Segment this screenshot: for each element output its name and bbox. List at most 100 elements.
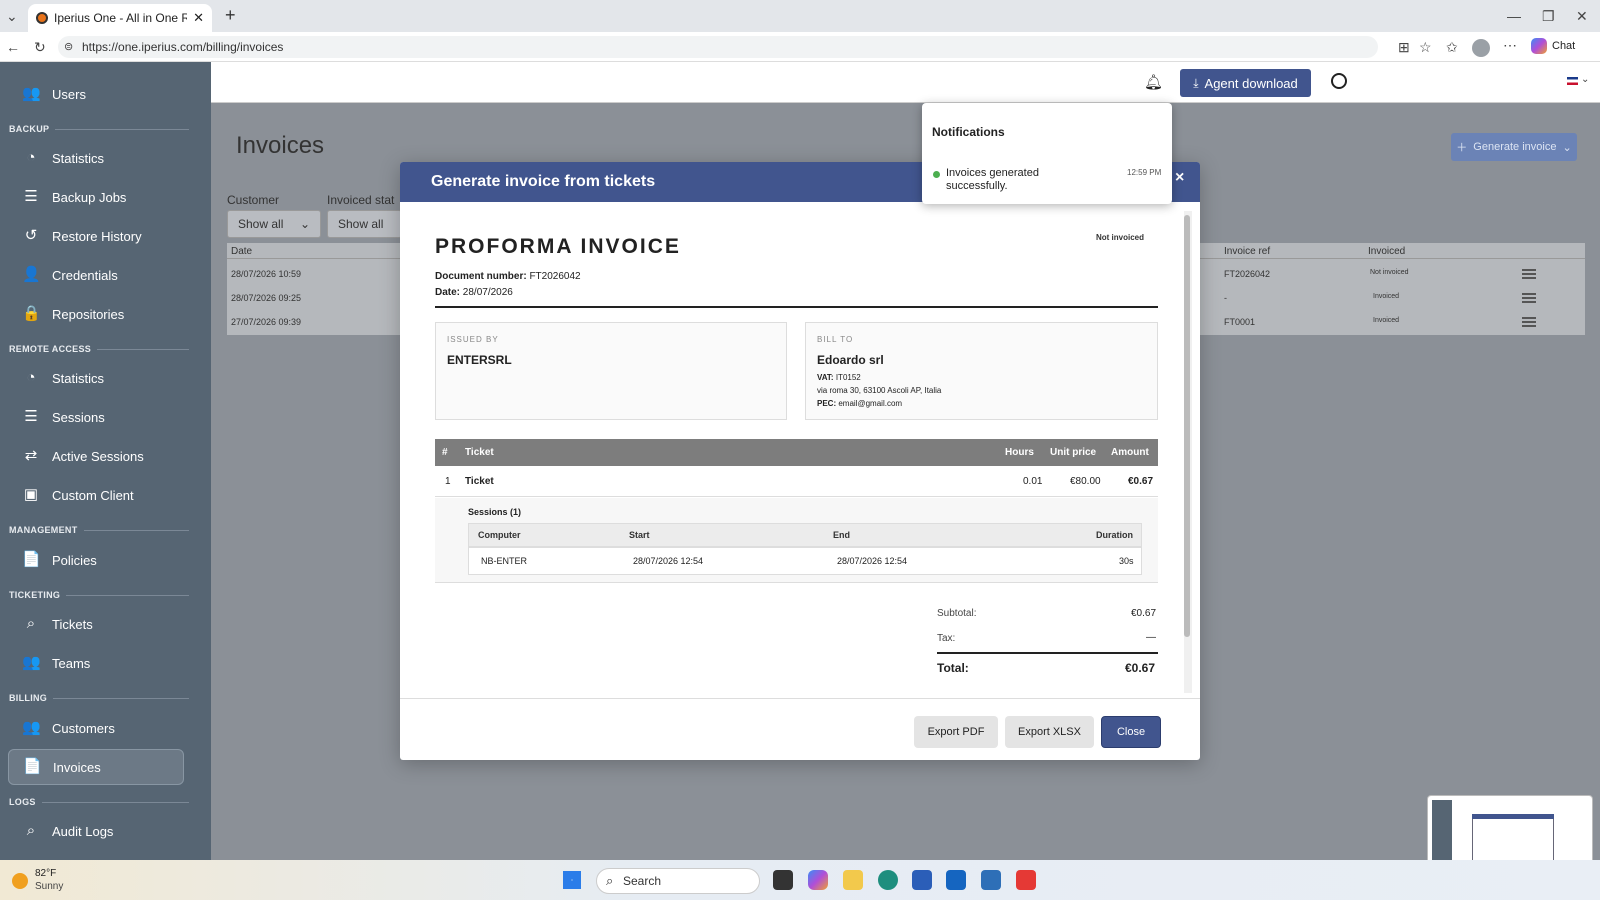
export-pdf-button[interactable]: Export PDF xyxy=(914,716,998,748)
sidebar-item-backup-jobs[interactable]: ☰ Backup Jobs xyxy=(8,179,184,215)
section-ticketing: TICKETING xyxy=(9,590,189,600)
col-invoiced: Invoiced xyxy=(1368,246,1406,257)
issued-by-box: ISSUED BY ENTERSRL xyxy=(435,322,787,420)
row-2-status-badge: Invoiced xyxy=(1373,293,1400,300)
row-2-ref: - xyxy=(1224,293,1227,303)
bill-to-box: BILL TO Edoardo srl VAT: IT0152 via roma… xyxy=(805,322,1158,420)
row-1-menu-icon[interactable] xyxy=(1522,269,1536,279)
invoice-heading: PROFORMA INVOICE xyxy=(435,235,681,258)
chat-label[interactable]: Chat xyxy=(1552,40,1575,52)
store-icon[interactable] xyxy=(912,870,932,890)
section-backup: BACKUP xyxy=(9,124,189,134)
top-bar xyxy=(211,62,1600,103)
notifications-panel: Notifications Invoices generated success… xyxy=(922,103,1172,204)
subtotal-label: Subtotal: xyxy=(937,608,977,619)
modal-footer: Export PDF Export XLSX Close xyxy=(400,698,1200,760)
profile-avatar[interactable] xyxy=(1472,39,1490,57)
history-icon: ↺ xyxy=(24,227,38,244)
tab-close-icon[interactable]: ✕ xyxy=(193,10,204,26)
refresh-icon[interactable]: ↻ xyxy=(34,40,46,54)
generate-invoice-modal: Generate invoice from tickets × PROFORMA… xyxy=(400,162,1200,760)
customer-filter-select[interactable]: Show all ⌄ xyxy=(227,210,321,238)
favorites-icon[interactable]: ✩ xyxy=(1446,40,1458,54)
subtotal-value: €0.67 xyxy=(1131,608,1157,619)
favorite-star-icon[interactable]: ☆ xyxy=(1419,40,1432,54)
session-row: NB-ENTER 28/07/2026 12:54 28/07/2026 12:… xyxy=(468,547,1142,575)
site-info-icon[interactable]: ⊜ xyxy=(64,40,73,54)
url-field[interactable]: https://one.iperius.com/billing/invoices xyxy=(58,36,1378,58)
window-close-icon[interactable]: ✕ xyxy=(1576,9,1588,23)
back-icon[interactable]: ← xyxy=(6,40,20,54)
windows-start-icon[interactable] xyxy=(563,871,581,889)
minimize-icon[interactable]: — xyxy=(1507,9,1521,23)
sidebar-item-restore-history[interactable]: ↺ Restore History xyxy=(8,218,184,254)
copilot-taskbar-icon[interactable] xyxy=(808,870,828,890)
new-tab-button[interactable]: + xyxy=(225,5,236,26)
notification-bell-icon[interactable]: 🔔︎ xyxy=(1144,73,1163,91)
notepad-icon[interactable] xyxy=(981,870,1001,890)
section-management: MANAGEMENT xyxy=(9,525,189,535)
issued-by-label: ISSUED BY xyxy=(447,335,499,344)
close-button[interactable]: Close xyxy=(1101,716,1161,748)
edge-browser-icon[interactable] xyxy=(878,870,898,890)
account-icon[interactable] xyxy=(1331,73,1347,89)
sidebar-item-teams[interactable]: 👥 Teams xyxy=(8,645,184,681)
total-value: €0.67 xyxy=(1125,661,1156,675)
sidebar-item-repositories[interactable]: 🔒 Repositories xyxy=(8,296,184,332)
row-1-ref: FT2026042 xyxy=(1224,269,1271,279)
sidebar-item-users[interactable]: 👥 Users xyxy=(8,76,184,112)
col-date: Date xyxy=(231,246,253,257)
file-explorer-icon[interactable] xyxy=(843,870,863,890)
restore-icon[interactable]: ❐ xyxy=(1542,9,1555,23)
modal-close-icon[interactable]: × xyxy=(1175,169,1184,187)
row-2-menu-icon[interactable] xyxy=(1522,293,1536,303)
app-red-icon[interactable] xyxy=(1016,870,1036,890)
export-xlsx-button[interactable]: Export XLSX xyxy=(1005,716,1094,748)
weather-sun-icon[interactable] xyxy=(12,873,28,889)
weather-desc: Sunny xyxy=(35,881,64,892)
notification-time: 12:59 PM xyxy=(1127,168,1162,177)
language-chevron-icon[interactable]: ⌄ xyxy=(1581,74,1589,85)
client-name: Edoardo srl xyxy=(817,353,884,367)
sidebar-item-customers[interactable]: 👥 Customers xyxy=(8,710,184,746)
sidebar-item-credentials[interactable]: 👤 Credentials xyxy=(8,257,184,293)
sidebar-item-audit-logs[interactable]: ⌕ Audit Logs xyxy=(8,813,184,849)
preview-scrollbar-thumb[interactable] xyxy=(1184,215,1190,637)
section-remote-access: REMOTE ACCESS xyxy=(9,344,189,354)
chevron-down-icon: ⌄ xyxy=(1562,141,1572,154)
section-logs: LOGS xyxy=(9,797,189,807)
status-filter-select[interactable]: Show all xyxy=(327,210,402,238)
row-3-date: 27/07/2026 09:39 xyxy=(231,317,302,327)
line-item-row: 1 Ticket 0.01 €80.00 €0.67 xyxy=(435,466,1158,497)
client-vat: VAT: IT0152 xyxy=(817,373,861,382)
sidebar-item-sessions[interactable]: ☰ Sessions xyxy=(8,399,184,435)
weather-temp[interactable]: 82°F xyxy=(35,868,56,879)
tax-label: Tax: xyxy=(937,633,956,644)
language-flag-icon[interactable] xyxy=(1567,77,1578,85)
sidebar-item-invoices[interactable]: 📄 Invoices xyxy=(8,749,184,785)
sidebar-item-policies[interactable]: 📄 Policies xyxy=(8,542,184,578)
sidebar-item-remote-statistics[interactable]: ◔ Statistics xyxy=(8,360,184,396)
task-view-icon[interactable] xyxy=(773,870,793,890)
row-2-date: 28/07/2026 09:25 xyxy=(231,293,302,303)
notification-message[interactable]: Invoices generated successfully. xyxy=(946,167,1076,193)
taskbar-search[interactable]: ⌕ Search xyxy=(596,868,760,894)
sessions-header: Computer Start End Duration xyxy=(468,523,1142,547)
sidebar-item-custom-client[interactable]: ▣ Custom Client xyxy=(8,477,184,513)
jobs-list-icon: ☰ xyxy=(24,188,38,205)
browser-tab[interactable]: Iperius One - All in One RMM Suite ✕ xyxy=(28,4,212,32)
sidebar-item-active-sessions[interactable]: ⇄ Active Sessions xyxy=(8,438,184,474)
sidebar-item-backup-statistics[interactable]: ◔ Statistics xyxy=(8,140,184,176)
row-1-date: 28/07/2026 10:59 xyxy=(231,269,302,279)
tab-list-chevron-icon[interactable]: ⌄ xyxy=(6,9,18,23)
row-3-menu-icon[interactable] xyxy=(1522,317,1536,327)
more-options-icon[interactable]: ⋯ xyxy=(1503,38,1517,52)
copilot-icon[interactable] xyxy=(1531,38,1547,54)
sidebar-item-tickets[interactable]: ⌕ Tickets xyxy=(8,606,184,642)
notifications-title: Notifications xyxy=(932,125,1005,139)
agent-download-button[interactable]: ⤓ Agent download xyxy=(1180,69,1311,97)
app-available-icon[interactable]: ⊞ xyxy=(1398,40,1410,54)
outlook-icon[interactable] xyxy=(946,870,966,890)
generate-invoice-button[interactable]: ＋ Generate invoice ⌄ xyxy=(1451,133,1577,161)
notification-status-dot xyxy=(933,171,940,178)
